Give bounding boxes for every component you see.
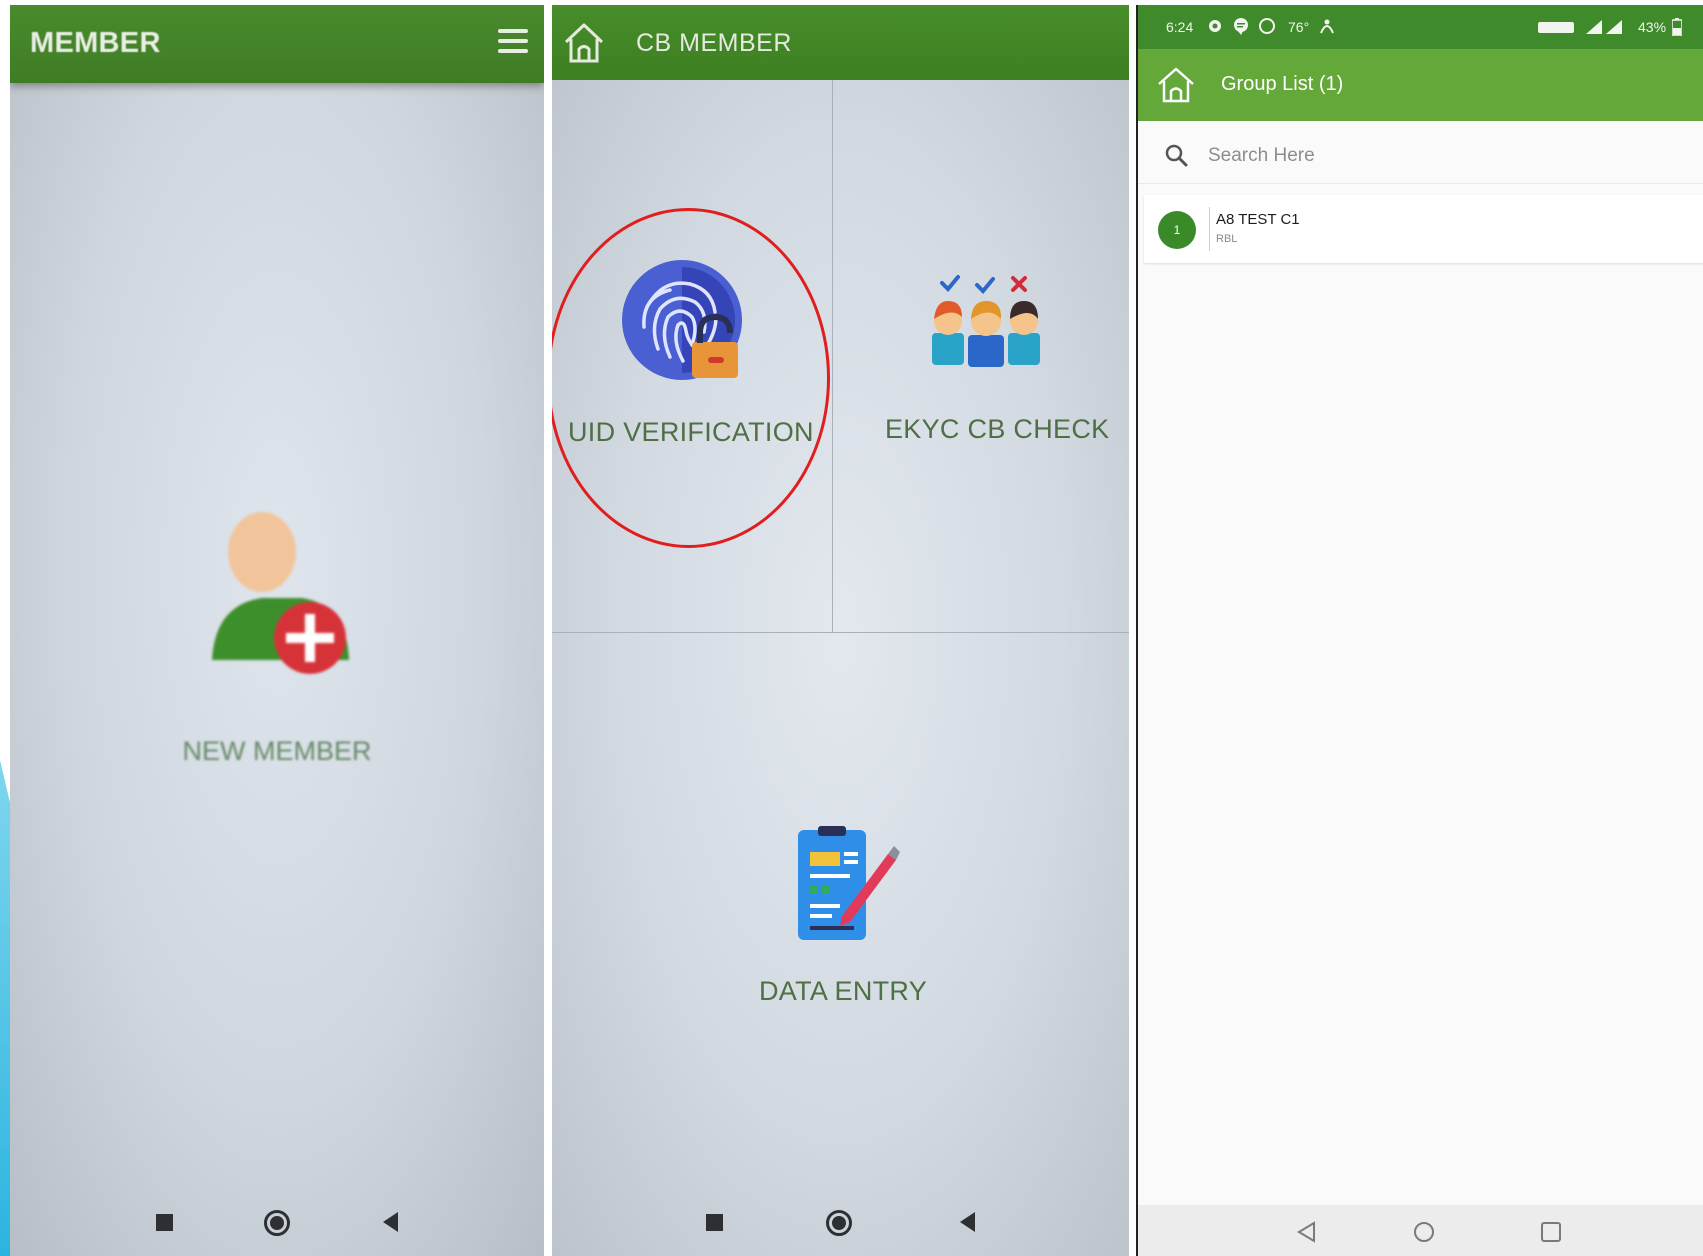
list-item-subtitle: RBL xyxy=(1216,233,1238,245)
status-time: 6:24 xyxy=(1166,19,1194,35)
network-signal-icon xyxy=(1538,20,1622,34)
member-app-bar: MEMBER xyxy=(10,5,544,83)
highlight-circle xyxy=(552,208,830,548)
status-battery: 43% xyxy=(1638,19,1667,35)
back-icon[interactable] xyxy=(383,1212,398,1232)
data-entry-label: DATA ENTRY xyxy=(759,976,928,1006)
page-title: Group List (1) xyxy=(1221,73,1344,95)
new-member-button[interactable]: NEW MEMBER xyxy=(10,736,544,767)
group-list-screen: 6:24 76° 43% Group List (1) Search Here … xyxy=(1136,5,1703,1256)
recents-icon[interactable] xyxy=(156,1214,173,1231)
member-screen-photo: MEMBER NEW MEMBER xyxy=(10,5,544,1256)
ekyc-cb-check-label: EKYC CB CHECK xyxy=(885,414,1110,444)
form-edit-icon xyxy=(798,826,900,940)
cb-member-app-bar: CB MEMBER xyxy=(552,5,1129,80)
search-icon xyxy=(1165,144,1188,167)
list-item-name: A8 TEST C1 xyxy=(1216,211,1300,228)
group-check-icon xyxy=(932,275,1040,367)
notification-icon xyxy=(1320,19,1334,34)
home-icon[interactable] xyxy=(826,1210,852,1236)
system-nav-bar xyxy=(1138,1205,1703,1256)
hamburger-menu-icon[interactable] xyxy=(498,29,528,55)
whatsapp-icon xyxy=(1259,18,1275,34)
grid-divider xyxy=(552,632,1129,633)
home-icon[interactable] xyxy=(562,20,606,66)
search-placeholder: Search Here xyxy=(1208,145,1315,166)
grid-divider xyxy=(832,80,833,633)
battery-icon xyxy=(1672,18,1682,36)
page-title: MEMBER xyxy=(30,27,161,59)
system-nav-bar xyxy=(552,1186,1129,1256)
cb-member-screen-photo: CB MEMBER UID VERIFICATION EKYC CB CHECK… xyxy=(552,5,1129,1256)
back-icon[interactable] xyxy=(1296,1221,1318,1243)
list-item-divider xyxy=(1209,207,1210,251)
status-bar: 6:24 76° 43% xyxy=(1138,5,1703,49)
back-icon[interactable] xyxy=(960,1212,975,1232)
home-icon[interactable] xyxy=(1156,65,1196,105)
page-title: CB MEMBER xyxy=(636,29,792,57)
group-list-app-bar: Group List (1) xyxy=(1138,49,1703,121)
home-icon[interactable] xyxy=(1413,1221,1435,1243)
search-input[interactable]: Search Here xyxy=(1138,121,1703,184)
recents-icon[interactable] xyxy=(1540,1221,1562,1243)
status-temperature: 76° xyxy=(1288,19,1310,35)
list-item-index-badge: 1 xyxy=(1158,211,1196,249)
list-item[interactable]: 1 A8 TEST C1 RBL xyxy=(1144,195,1703,263)
system-nav-bar xyxy=(10,1186,544,1256)
settings-icon xyxy=(1209,20,1221,32)
home-icon[interactable] xyxy=(264,1210,290,1236)
recents-icon[interactable] xyxy=(706,1214,723,1231)
message-icon xyxy=(1234,18,1248,35)
add-user-icon[interactable] xyxy=(207,510,357,690)
